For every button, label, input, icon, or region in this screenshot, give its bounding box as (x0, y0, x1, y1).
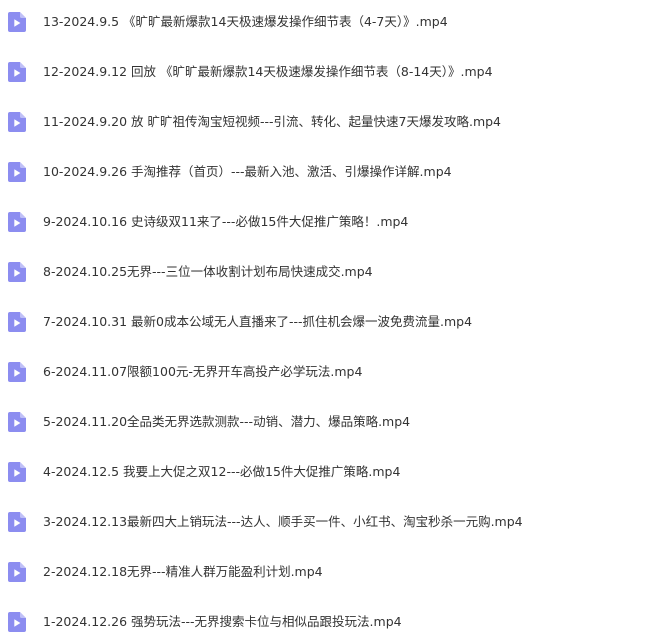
file-name: 1-2024.12.26 强势玩法---无界搜索卡位与相似品跟投玩法.mp4 (43, 614, 402, 629)
file-name: 12-2024.9.12 回放 《旷旷最新爆款14天极速爆发操作细节表（8-14… (43, 64, 493, 79)
video-file-icon (8, 512, 26, 532)
file-name: 13-2024.9.5 《旷旷最新爆款14天极速爆发操作细节表（4-7天）》.m… (43, 14, 448, 29)
video-file-icon (8, 112, 26, 132)
file-item[interactable]: 8-2024.10.25无界---三位一体收割计划布局快速成交.mp4 (0, 257, 663, 287)
file-name: 3-2024.12.13最新四大上销玩法---达人、顺手买一件、小红书、淘宝秒杀… (43, 514, 523, 529)
file-name: 10-2024.9.26 手淘推荐（首页）---最新入池、激活、引爆操作详解.m… (43, 164, 452, 179)
video-file-icon (8, 362, 26, 382)
file-name: 4-2024.12.5 我要上大促之双12---必做15件大促推广策略.mp4 (43, 464, 401, 479)
file-name: 8-2024.10.25无界---三位一体收割计划布局快速成交.mp4 (43, 264, 373, 279)
video-file-icon (8, 212, 26, 232)
file-name: 2-2024.12.18无界---精准人群万能盈利计划.mp4 (43, 564, 323, 579)
video-file-icon (8, 162, 26, 182)
video-file-icon (8, 262, 26, 282)
video-file-icon (8, 412, 26, 432)
file-item[interactable]: 7-2024.10.31 最新0成本公域无人直播来了---抓住机会爆一波免费流量… (0, 307, 663, 337)
video-file-icon (8, 462, 26, 482)
file-item[interactable]: 13-2024.9.5 《旷旷最新爆款14天极速爆发操作细节表（4-7天）》.m… (0, 7, 663, 37)
video-file-icon (8, 562, 26, 582)
file-item[interactable]: 6-2024.11.07限额100元-无界开车高投产必学玩法.mp4 (0, 357, 663, 387)
file-item[interactable]: 3-2024.12.13最新四大上销玩法---达人、顺手买一件、小红书、淘宝秒杀… (0, 507, 663, 537)
file-item[interactable]: 5-2024.11.20全品类无界选款测款---动销、潜力、爆品策略.mp4 (0, 407, 663, 437)
file-item[interactable]: 1-2024.12.26 强势玩法---无界搜索卡位与相似品跟投玩法.mp4 (0, 607, 663, 637)
video-file-icon (8, 12, 26, 32)
file-item[interactable]: 4-2024.12.5 我要上大促之双12---必做15件大促推广策略.mp4 (0, 457, 663, 487)
video-file-icon (8, 612, 26, 632)
file-item[interactable]: 9-2024.10.16 史诗级双11来了---必做15件大促推广策略！.mp4 (0, 207, 663, 237)
file-name: 6-2024.11.07限额100元-无界开车高投产必学玩法.mp4 (43, 364, 363, 379)
file-name: 11-2024.9.20 放 旷旷祖传淘宝短视频---引流、转化、起量快速7天爆… (43, 114, 502, 129)
file-item[interactable]: 11-2024.9.20 放 旷旷祖传淘宝短视频---引流、转化、起量快速7天爆… (0, 107, 663, 137)
file-item[interactable]: 12-2024.9.12 回放 《旷旷最新爆款14天极速爆发操作细节表（8-14… (0, 57, 663, 87)
file-name: 9-2024.10.16 史诗级双11来了---必做15件大促推广策略！.mp4 (43, 214, 409, 229)
file-name: 5-2024.11.20全品类无界选款测款---动销、潜力、爆品策略.mp4 (43, 414, 411, 429)
video-file-icon (8, 312, 26, 332)
file-item[interactable]: 2-2024.12.18无界---精准人群万能盈利计划.mp4 (0, 557, 663, 587)
file-item[interactable]: 10-2024.9.26 手淘推荐（首页）---最新入池、激活、引爆操作详解.m… (0, 157, 663, 187)
file-name: 7-2024.10.31 最新0成本公域无人直播来了---抓住机会爆一波免费流量… (43, 314, 473, 329)
video-file-icon (8, 62, 26, 82)
